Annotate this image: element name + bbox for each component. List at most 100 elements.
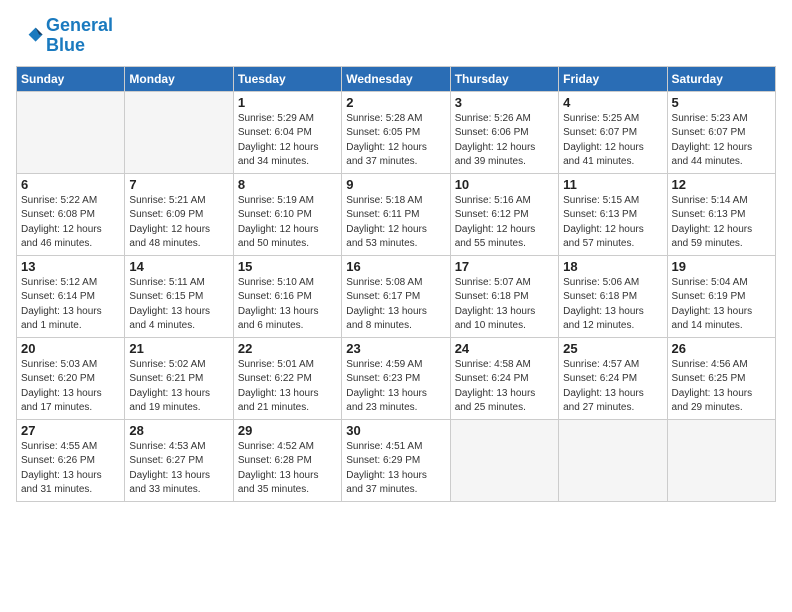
day-number: 28	[129, 423, 228, 438]
weekday-header-cell: Sunday	[17, 66, 125, 91]
day-info: Sunrise: 4:55 AM Sunset: 6:26 PM Dayligh…	[21, 440, 120, 498]
day-info: Sunrise: 5:25 AM Sunset: 6:07 PM Dayligh…	[563, 112, 662, 170]
day-number: 20	[21, 341, 120, 356]
day-number: 29	[238, 423, 337, 438]
weekday-header-cell: Saturday	[667, 66, 775, 91]
day-info: Sunrise: 5:10 AM Sunset: 6:16 PM Dayligh…	[238, 276, 337, 334]
calendar-day-cell	[667, 419, 775, 501]
calendar-day-cell: 8 Sunrise: 5:19 AM Sunset: 6:10 PM Daylig…	[233, 173, 341, 255]
calendar-day-cell: 3 Sunrise: 5:26 AM Sunset: 6:06 PM Daylig…	[450, 91, 558, 173]
calendar-day-cell: 25Sunrise: 4:57 AM Sunset: 6:24 PM Dayli…	[559, 337, 667, 419]
calendar-day-cell: 13 Sunrise: 5:12 AM Sunset: 6:14 PM Dayli…	[17, 255, 125, 337]
day-number: 6	[21, 177, 120, 192]
weekday-header-cell: Tuesday	[233, 66, 341, 91]
day-number: 11	[563, 177, 662, 192]
day-number: 27	[21, 423, 120, 438]
page: General Blue SundayMondayTuesdayWednesda…	[0, 0, 792, 612]
day-number: 22	[238, 341, 337, 356]
day-info: Sunrise: 5:18 AM Sunset: 6:11 PM Dayligh…	[346, 194, 445, 252]
day-info: Sunrise: 4:51 AM Sunset: 6:29 PM Dayligh…	[346, 440, 445, 498]
day-number: 21	[129, 341, 228, 356]
day-info: Sunrise: 5:28 AM Sunset: 6:05 PM Dayligh…	[346, 112, 445, 170]
day-number: 19	[672, 259, 771, 274]
day-info: Sunrise: 4:59 AM Sunset: 6:23 PM Dayligh…	[346, 358, 445, 416]
day-number: 14	[129, 259, 228, 274]
calendar-day-cell: 10 Sunrise: 5:16 AM Sunset: 6:12 PM Dayli…	[450, 173, 558, 255]
day-number: 3	[455, 95, 554, 110]
logo: General Blue	[16, 16, 113, 56]
day-number: 7	[129, 177, 228, 192]
day-number: 16	[346, 259, 445, 274]
calendar-day-cell: 2 Sunrise: 5:28 AM Sunset: 6:05 PM Daylig…	[342, 91, 450, 173]
day-info: Sunrise: 5:08 AM Sunset: 6:17 PM Dayligh…	[346, 276, 445, 334]
weekday-header-cell: Wednesday	[342, 66, 450, 91]
day-number: 4	[563, 95, 662, 110]
weekday-header-cell: Thursday	[450, 66, 558, 91]
day-number: 1	[238, 95, 337, 110]
day-number: 10	[455, 177, 554, 192]
day-number: 8	[238, 177, 337, 192]
day-info: Sunrise: 5:16 AM Sunset: 6:12 PM Dayligh…	[455, 194, 554, 252]
calendar-week-row: 13 Sunrise: 5:12 AM Sunset: 6:14 PM Dayli…	[17, 255, 776, 337]
calendar-week-row: 1Sunrise: 5:29 AM Sunset: 6:04 PM Daylig…	[17, 91, 776, 173]
day-number: 23	[346, 341, 445, 356]
weekday-header-cell: Friday	[559, 66, 667, 91]
weekday-header-row: SundayMondayTuesdayWednesdayThursdayFrid…	[17, 66, 776, 91]
calendar-day-cell: 11 Sunrise: 5:15 AM Sunset: 6:13 PM Dayli…	[559, 173, 667, 255]
weekday-header-cell: Monday	[125, 66, 233, 91]
day-number: 9	[346, 177, 445, 192]
day-info: Sunrise: 5:14 AM Sunset: 6:13 PM Dayligh…	[672, 194, 771, 252]
calendar-day-cell	[125, 91, 233, 173]
calendar-day-cell: 22 Sunrise: 5:01 AM Sunset: 6:22 PM Dayli…	[233, 337, 341, 419]
day-info: Sunrise: 4:57 AM Sunset: 6:24 PM Dayligh…	[563, 358, 662, 416]
day-number: 13	[21, 259, 120, 274]
day-info: Sunrise: 5:19 AM Sunset: 6:10 PM Dayligh…	[238, 194, 337, 252]
calendar-day-cell: 18 Sunrise: 5:06 AM Sunset: 6:18 PM Dayli…	[559, 255, 667, 337]
header: General Blue	[16, 16, 776, 56]
calendar-day-cell: 6 Sunrise: 5:22 AM Sunset: 6:08 PM Daylig…	[17, 173, 125, 255]
day-number: 24	[455, 341, 554, 356]
calendar-day-cell: 20 Sunrise: 5:03 AM Sunset: 6:20 PM Dayli…	[17, 337, 125, 419]
calendar-day-cell: 23 Sunrise: 4:59 AM Sunset: 6:23 PM Dayli…	[342, 337, 450, 419]
day-info: Sunrise: 5:04 AM Sunset: 6:19 PM Dayligh…	[672, 276, 771, 334]
calendar-day-cell: 29 Sunrise: 4:52 AM Sunset: 6:28 PM Dayli…	[233, 419, 341, 501]
day-info: Sunrise: 4:52 AM Sunset: 6:28 PM Dayligh…	[238, 440, 337, 498]
calendar-day-cell	[17, 91, 125, 173]
calendar-week-row: 27 Sunrise: 4:55 AM Sunset: 6:26 PM Dayli…	[17, 419, 776, 501]
day-number: 30	[346, 423, 445, 438]
day-info: Sunrise: 5:23 AM Sunset: 6:07 PM Dayligh…	[672, 112, 771, 170]
day-number: 5	[672, 95, 771, 110]
day-number: 2	[346, 95, 445, 110]
day-info: Sunrise: 5:03 AM Sunset: 6:20 PM Dayligh…	[21, 358, 120, 416]
calendar-body: 1Sunrise: 5:29 AM Sunset: 6:04 PM Daylig…	[17, 91, 776, 501]
logo-icon	[16, 22, 44, 50]
day-info: Sunrise: 4:58 AM Sunset: 6:24 PM Dayligh…	[455, 358, 554, 416]
day-info: Sunrise: 5:01 AM Sunset: 6:22 PM Dayligh…	[238, 358, 337, 416]
calendar-day-cell: 12Sunrise: 5:14 AM Sunset: 6:13 PM Dayli…	[667, 173, 775, 255]
calendar-day-cell: 21Sunrise: 5:02 AM Sunset: 6:21 PM Dayli…	[125, 337, 233, 419]
day-info: Sunrise: 5:26 AM Sunset: 6:06 PM Dayligh…	[455, 112, 554, 170]
calendar-day-cell: 9 Sunrise: 5:18 AM Sunset: 6:11 PM Daylig…	[342, 173, 450, 255]
day-info: Sunrise: 5:07 AM Sunset: 6:18 PM Dayligh…	[455, 276, 554, 334]
day-number: 18	[563, 259, 662, 274]
day-info: Sunrise: 4:56 AM Sunset: 6:25 PM Dayligh…	[672, 358, 771, 416]
day-info: Sunrise: 4:53 AM Sunset: 6:27 PM Dayligh…	[129, 440, 228, 498]
day-number: 26	[672, 341, 771, 356]
day-info: Sunrise: 5:12 AM Sunset: 6:14 PM Dayligh…	[21, 276, 120, 334]
calendar-day-cell: 7Sunrise: 5:21 AM Sunset: 6:09 PM Daylig…	[125, 173, 233, 255]
day-info: Sunrise: 5:22 AM Sunset: 6:08 PM Dayligh…	[21, 194, 120, 252]
calendar-day-cell: 28 Sunrise: 4:53 AM Sunset: 6:27 PM Dayli…	[125, 419, 233, 501]
calendar-day-cell: 24 Sunrise: 4:58 AM Sunset: 6:24 PM Dayli…	[450, 337, 558, 419]
calendar-day-cell	[559, 419, 667, 501]
calendar-day-cell: 19 Sunrise: 5:04 AM Sunset: 6:19 PM Dayli…	[667, 255, 775, 337]
calendar-day-cell: 4 Sunrise: 5:25 AM Sunset: 6:07 PM Daylig…	[559, 91, 667, 173]
calendar-day-cell: 27 Sunrise: 4:55 AM Sunset: 6:26 PM Dayli…	[17, 419, 125, 501]
calendar-day-cell: 15Sunrise: 5:10 AM Sunset: 6:16 PM Dayli…	[233, 255, 341, 337]
day-info: Sunrise: 5:06 AM Sunset: 6:18 PM Dayligh…	[563, 276, 662, 334]
calendar-week-row: 6 Sunrise: 5:22 AM Sunset: 6:08 PM Daylig…	[17, 173, 776, 255]
day-info: Sunrise: 5:15 AM Sunset: 6:13 PM Dayligh…	[563, 194, 662, 252]
calendar-week-row: 20 Sunrise: 5:03 AM Sunset: 6:20 PM Dayli…	[17, 337, 776, 419]
calendar-day-cell: 26 Sunrise: 4:56 AM Sunset: 6:25 PM Dayli…	[667, 337, 775, 419]
calendar-day-cell: 1Sunrise: 5:29 AM Sunset: 6:04 PM Daylig…	[233, 91, 341, 173]
day-number: 17	[455, 259, 554, 274]
